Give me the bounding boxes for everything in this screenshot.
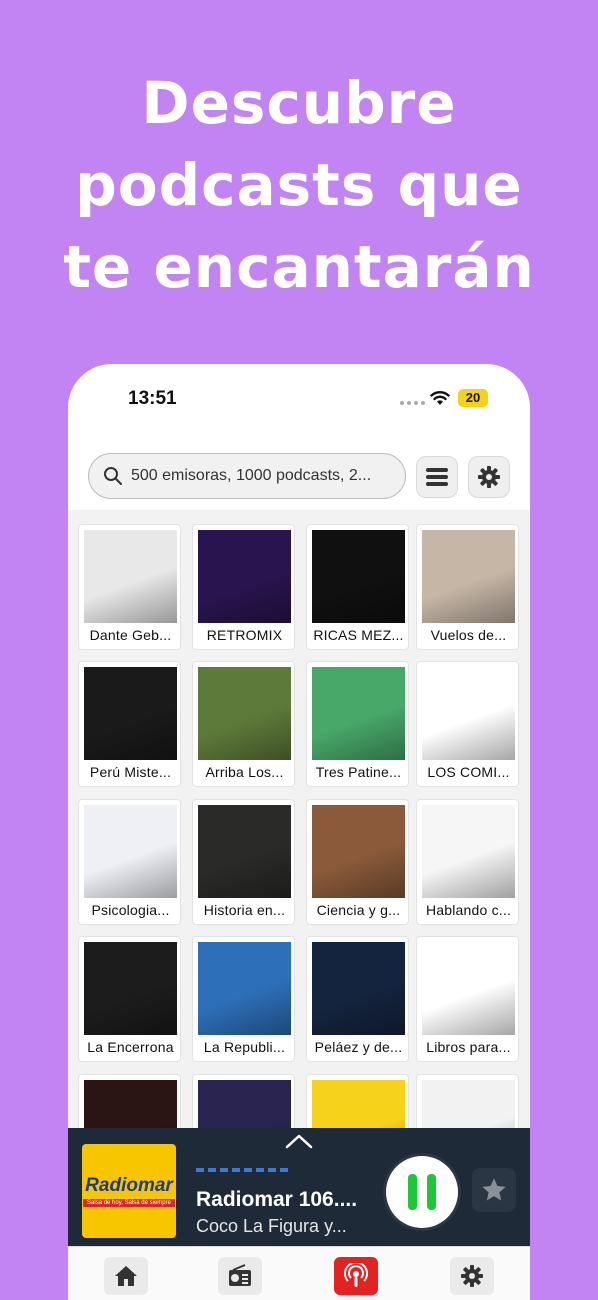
podcast-card[interactable]: Ciencia y g... [306, 799, 409, 925]
chevron-up-icon[interactable] [284, 1132, 314, 1150]
mini-player[interactable]: Radiomar Salsa de hoy, Salsa de siempre … [68, 1128, 530, 1246]
podcast-cover [84, 805, 177, 898]
podcast-grid: Dante Geb... RETROMIX RICAS MEZ... Vuelos d… [68, 510, 530, 1160]
favorite-button[interactable] [472, 1168, 516, 1212]
podcast-cover [84, 942, 177, 1035]
podcast-title: Historia en... [203, 902, 286, 918]
podcast-cover [198, 942, 291, 1035]
podcast-cover [84, 530, 177, 623]
podcast-title: Hablando c... [425, 902, 512, 918]
phone-screen: 13:51 20 500 emisoras, 1000 podcasts, 2.… [68, 364, 530, 1300]
headline-line-2: podcasts que [75, 151, 523, 219]
star-icon [482, 1178, 506, 1201]
headline-line-1: Descubre [141, 69, 457, 137]
radio-icon [229, 1264, 251, 1286]
podcast-cover [422, 667, 515, 760]
podcast-cover [312, 530, 405, 623]
audio-level-icon [196, 1168, 288, 1172]
podcast-card[interactable]: Psicologia... [78, 799, 181, 925]
gear-icon [478, 466, 500, 488]
gear-icon [461, 1265, 483, 1287]
settings-button[interactable] [468, 456, 510, 498]
podcast-title: La Republi... [203, 1039, 286, 1055]
podcast-card[interactable]: LOS COMI... [416, 661, 519, 787]
podcast-card[interactable]: Historia en... [192, 799, 295, 925]
podcast-title: Psicologia... [91, 902, 170, 918]
pause-button[interactable] [386, 1156, 458, 1228]
podcast-card[interactable]: RICAS MEZ... [306, 524, 409, 650]
menu-button[interactable] [416, 456, 458, 498]
podcast-title: Ciencia y g... [316, 902, 401, 918]
status-time: 13:51 [128, 388, 177, 409]
podcast-title: La Encerrona [87, 1039, 174, 1055]
signal-dots-icon [400, 401, 425, 405]
podcast-card[interactable]: Libros para... [416, 936, 519, 1062]
now-playing-title: Radiomar 106.... [196, 1188, 358, 1211]
menu-icon [426, 468, 448, 486]
tab-settings[interactable] [450, 1257, 494, 1295]
podcast-cover [422, 530, 515, 623]
wifi-icon [430, 391, 450, 405]
podcast-cover [422, 805, 515, 898]
station-tagline: Salsa de hoy, Salsa de siempre [83, 1199, 175, 1207]
podcast-title: Libros para... [426, 1039, 511, 1055]
podcast-card[interactable]: La Republi... [192, 936, 295, 1062]
tab-radio[interactable] [218, 1257, 262, 1295]
podcast-title: LOS COMI... [427, 764, 510, 780]
podcast-title: Arriba Los... [205, 764, 284, 780]
podcast-card[interactable]: RETROMIX [192, 524, 295, 650]
headline: Descubre podcasts que te encantarán [0, 62, 598, 308]
tab-bar [68, 1246, 530, 1300]
podcast-title: RICAS MEZ... [313, 627, 404, 643]
podcast-title: Dante Geb... [89, 627, 172, 643]
podcast-card[interactable]: La Encerrona [78, 936, 181, 1062]
search-icon [104, 467, 122, 485]
podcast-title: RETROMIX [206, 627, 283, 643]
podcast-cover [198, 530, 291, 623]
podcast-card[interactable]: Dante Geb... [78, 524, 181, 650]
headline-line-3: te encantarán [63, 233, 535, 301]
podcast-cover [312, 942, 405, 1035]
podcast-card[interactable]: Tres Patine... [306, 661, 409, 787]
search-input[interactable]: 500 emisoras, 1000 podcasts, 2... [131, 467, 371, 485]
podcast-cover [312, 667, 405, 760]
podcast-cover [312, 805, 405, 898]
podcast-card[interactable]: Vuelos de... [416, 524, 519, 650]
home-icon [115, 1266, 137, 1286]
station-brand: Radiomar [85, 1175, 173, 1196]
podcast-title: Tres Patine... [315, 764, 402, 780]
podcast-cover [422, 942, 515, 1035]
podcast-title: Vuelos de... [430, 627, 507, 643]
podcast-title: Perú Miste... [89, 764, 172, 780]
podcast-icon [344, 1263, 368, 1287]
podcast-cover [198, 805, 291, 898]
now-playing-subtitle: Coco La Figura y... [196, 1216, 347, 1236]
podcast-cover [198, 667, 291, 760]
tab-podcasts[interactable] [334, 1257, 378, 1295]
podcast-card[interactable]: Perú Miste... [78, 661, 181, 787]
podcast-cover [84, 667, 177, 760]
battery-indicator: 20 [458, 389, 488, 407]
tab-home[interactable] [104, 1257, 148, 1295]
podcast-card[interactable]: Arriba Los... [192, 661, 295, 787]
station-logo: Radiomar Salsa de hoy, Salsa de siempre [82, 1144, 176, 1238]
top-area: 13:51 20 500 emisoras, 1000 podcasts, 2.… [68, 364, 530, 510]
podcast-card[interactable]: Peláez y de... [306, 936, 409, 1062]
pause-icon [408, 1174, 417, 1210]
podcast-card[interactable]: Hablando c... [416, 799, 519, 925]
search-bar[interactable]: 500 emisoras, 1000 podcasts, 2... [88, 453, 406, 499]
podcast-title: Peláez y de... [314, 1039, 403, 1055]
